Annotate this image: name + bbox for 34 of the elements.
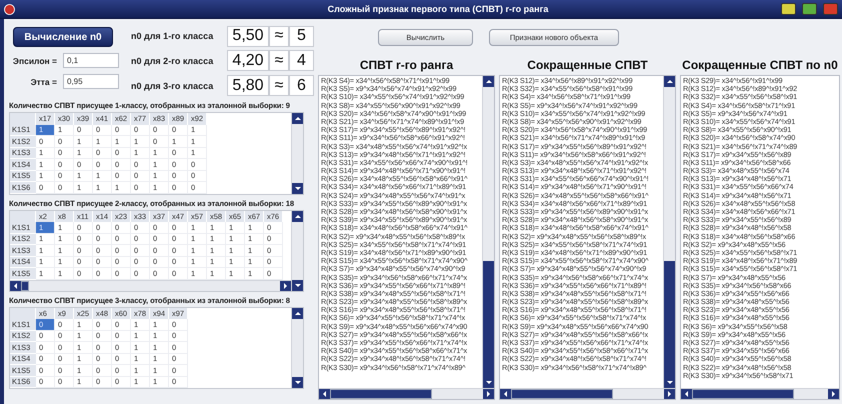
n0-rounded: 6 — [289, 75, 314, 96]
list-title: СПВТ r-го ранга — [358, 57, 454, 73]
approx-sign: ≈ — [269, 26, 289, 47]
horizontal-scrollbar[interactable] — [319, 388, 494, 399]
n0-label: n0 для 1-го класса — [131, 31, 214, 42]
vertical-scrollbar[interactable] — [291, 113, 303, 194]
input-field[interactable]: 0,95 — [63, 74, 119, 89]
vertical-scrollbar[interactable] — [291, 210, 303, 290]
window-title: Сложный признак первого типа (СПВТ) r-го ранга — [326, 4, 550, 14]
n0-value: 4,20 — [227, 50, 269, 72]
n0-value: 5,50 — [227, 26, 269, 47]
horizontal-scrollbar[interactable] — [500, 388, 675, 399]
n0-label: n0 для 2-го класса — [131, 56, 214, 66]
n0-rounded: 4 — [289, 50, 314, 72]
compute-n0-button[interactable]: Вычисление n0 — [13, 27, 113, 47]
list-title: Сокращенные СПВТ — [526, 57, 649, 73]
close-button[interactable] — [823, 3, 838, 15]
input-field[interactable]: 0,1 — [63, 53, 119, 68]
field-label: Эпсилон = — [12, 56, 57, 66]
horizontal-scrollbar[interactable] — [10, 280, 291, 290]
list-title: Сокращенные СПВТ по n0 — [681, 57, 839, 73]
field-label: Этта = — [30, 76, 57, 86]
approx-sign: ≈ — [269, 75, 289, 96]
vertical-scrollbar[interactable] — [663, 76, 675, 388]
approx-sign: ≈ — [269, 50, 289, 72]
app-icon — [4, 4, 15, 14]
n0-label: n0 для 3-го класса — [131, 80, 214, 91]
n0-rounded: 5 — [289, 26, 314, 47]
n0-value: 5,80 — [227, 75, 269, 96]
horizontal-scrollbar[interactable] — [681, 388, 839, 399]
maximize-button[interactable] — [802, 3, 817, 15]
vertical-scrollbar[interactable] — [482, 76, 494, 388]
minimize-button[interactable] — [781, 3, 796, 15]
vertical-scrollbar[interactable] — [291, 308, 303, 388]
